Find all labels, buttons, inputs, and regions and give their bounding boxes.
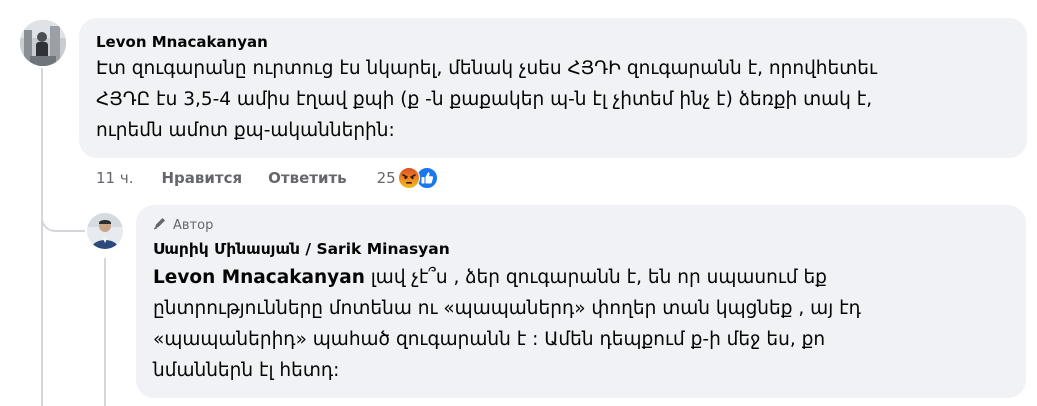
avatar-photo	[87, 213, 123, 249]
reply-bubble: Автор Սարիկ Մինասյան / Sarik Minasyan Le…	[136, 205, 1026, 398]
reply-thread-line	[104, 258, 106, 406]
reply-author[interactable]: Սարիկ Մինասյան / Sarik Minasyan	[153, 240, 1026, 258]
reply-text-rest: լավ չէ՞ս , ձեր զուգարանն է, են որ սպասու…	[364, 267, 827, 288]
comment-author[interactable]: Levon Mnacakanyan	[96, 33, 1027, 51]
reply-text-line: ընտրությունները մոտենա ու «պապաներդ» փող…	[153, 298, 861, 319]
comment-actions: 11 ч. Нравится Ответить 25	[96, 166, 438, 190]
author-badge-label: Автор	[173, 217, 214, 233]
reply-text-line: «պապաներիդ» պահած զուգարանն է : Ամեն դեպ…	[153, 329, 826, 350]
thread-line-curve	[41, 196, 85, 232]
comment-timestamp[interactable]: 11 ч.	[96, 169, 134, 187]
reply-text-line: նմաններն էլ հետդ:	[153, 360, 340, 381]
reaction-count[interactable]: 25	[377, 169, 396, 187]
pen-icon	[153, 216, 167, 234]
reply-author-separator: /	[299, 240, 317, 258]
thread-line-vertical	[41, 68, 43, 406]
avatar[interactable]	[20, 20, 66, 66]
comment-text-line: ՀՅԴԸ էս 3,5-4 ամիս էղավ քպի (ք -ն քաքակե…	[96, 89, 873, 110]
like-button[interactable]: Нравится	[162, 169, 243, 187]
comment-text-line: ուրեմն ամոտ քպ-ականներին:	[96, 120, 395, 141]
comment-bubble: Levon Mnacakanyan Էտ զուգարանը ուրտուց է…	[79, 18, 1027, 158]
reply-avatar[interactable]	[87, 213, 123, 249]
avatar-photo	[20, 20, 66, 66]
reply-author-native: Սարիկ Մինասյան	[153, 240, 300, 258]
reply-text-line: Levon Mnacakanyan լավ չէ՞ս , ձեր զուգարա…	[153, 262, 1026, 293]
reply-author-latin: Sarik Minasyan	[316, 240, 450, 258]
comment-text-line: Էտ զուգարանը ուրտուց էս նկարել, մենակ չս…	[96, 58, 878, 79]
author-badge: Автор	[153, 216, 1026, 234]
reply-button[interactable]: Ответить	[268, 169, 347, 187]
angry-icon[interactable]	[397, 167, 420, 189]
mention-link[interactable]: Levon Mnacakanyan	[153, 267, 365, 288]
